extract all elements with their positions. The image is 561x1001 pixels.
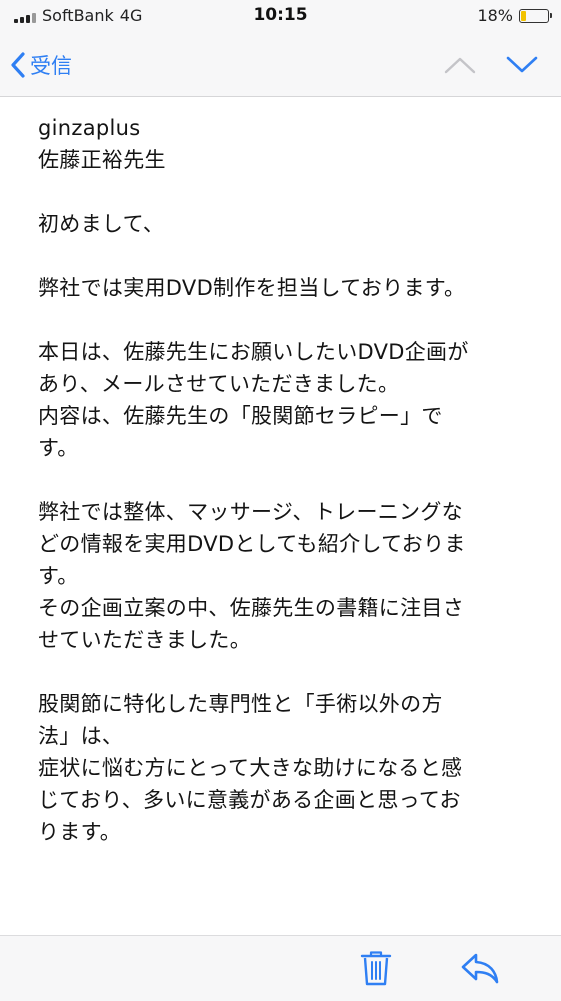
message-line: 本日は、佐藤先生にお願いしたいDVD企画が	[38, 340, 469, 364]
message-recipient: 佐藤正裕先生	[38, 148, 166, 172]
reply-icon	[461, 953, 499, 984]
paragraph-break	[38, 656, 538, 688]
message-line: す。	[38, 436, 79, 460]
message-line: 法」は、	[38, 724, 124, 748]
chevron-down-icon	[506, 56, 538, 73]
message-line: その企画立案の中、佐藤先生の書籍に注目さ	[38, 596, 464, 620]
chevron-up-icon	[444, 57, 476, 74]
back-label: 受信	[30, 54, 72, 78]
reply-button[interactable]	[458, 946, 502, 990]
paragraph-break	[38, 240, 538, 272]
message-line: 弊社では実用DVD制作を担当しております。	[38, 276, 466, 300]
paragraph-break	[38, 464, 538, 496]
battery-percent: 18%	[477, 6, 513, 25]
battery-level-fill	[521, 10, 526, 21]
message-line: 股関節に特化した専門性と「手術以外の方	[38, 692, 443, 716]
message-line: 弊社では整体、マッサージ、トレーニングな	[38, 500, 463, 524]
next-message-button[interactable]	[502, 48, 542, 82]
previous-message-button[interactable]	[440, 48, 480, 82]
message-line: ります。	[38, 820, 122, 844]
message-text: 初めまして、弊社では実用DVD制作を担当しております。 本日は、佐藤先生にお願いし…	[38, 208, 538, 848]
message-line: せていただきました。	[38, 628, 251, 652]
message-line: す。	[38, 564, 79, 588]
paragraph-break	[38, 304, 538, 336]
message-line: 初めまして、	[38, 212, 165, 236]
message-line: あり、メールさせていただきました。	[38, 372, 400, 396]
message-body: ginzaplus 佐藤正裕先生 初めまして、弊社では実用DVD制作を担当してお…	[38, 112, 538, 848]
status-bar: SoftBank 4G 10:15 18%	[0, 0, 561, 34]
delete-button[interactable]	[354, 946, 398, 990]
message-sender: ginzaplus	[38, 116, 141, 140]
navigation-bar: 受信	[0, 34, 561, 97]
bottom-toolbar	[0, 935, 561, 1001]
message-line: 症状に悩む方にとって大きな助けになると感	[38, 756, 463, 780]
message-line: じており、多いに意義がある企画と思ってお	[38, 788, 461, 812]
trash-icon	[360, 951, 392, 986]
battery-icon	[519, 8, 552, 23]
message-line: どの情報を実用DVDとしても紹介しておりま	[38, 532, 466, 556]
message-line: 内容は、佐藤先生の「股関節セラピー」で	[38, 404, 443, 428]
chevron-left-icon	[11, 52, 25, 78]
back-to-inbox-button[interactable]: 受信	[10, 46, 72, 84]
status-right: 18%	[477, 6, 552, 25]
